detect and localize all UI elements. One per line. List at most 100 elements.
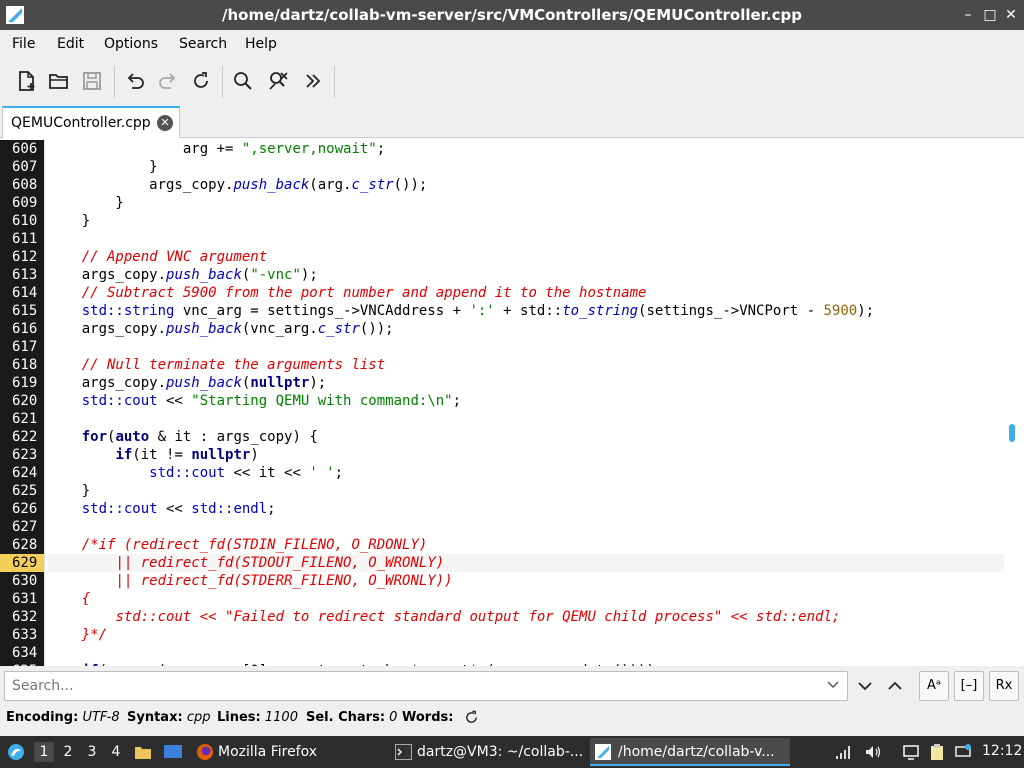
find-next-button[interactable]	[851, 671, 879, 701]
task-editor[interactable]: /home/dartz/collab-v...	[590, 738, 790, 766]
code-line[interactable]: {	[48, 590, 1004, 608]
line-number: 610	[0, 212, 44, 230]
undo-button[interactable]	[122, 68, 148, 94]
toolbar-separator	[222, 66, 223, 98]
replace-button[interactable]	[266, 68, 292, 94]
open-button[interactable]	[46, 68, 72, 94]
task-terminal[interactable]: dartz@VM3: ~/collab-...	[392, 738, 584, 766]
desktop-2[interactable]: 2	[58, 742, 78, 762]
tab-close-icon[interactable]: ✕	[157, 115, 173, 131]
new-document-button[interactable]	[13, 68, 39, 94]
code-line[interactable]: }	[48, 482, 1004, 500]
minimize-button[interactable]: –	[958, 5, 978, 25]
code-line[interactable]: std::cout << std::endl;	[48, 500, 1004, 518]
code-line[interactable]: }	[48, 194, 1004, 212]
screen-icon[interactable]	[954, 743, 972, 761]
encoding-status: Encoding: UTF-8	[6, 710, 120, 725]
whole-word-button[interactable]: [–]	[954, 671, 984, 701]
code-token: }	[48, 213, 91, 229]
scrollbar-thumb[interactable]	[1009, 424, 1015, 442]
code-area[interactable]: arg += ",server,nowait"; } args_copy.pus…	[48, 138, 1004, 666]
code-line[interactable]: std::cout << "Starting QEMU with command…	[48, 392, 1004, 410]
code-line[interactable]: std::cout << it << ' ';	[48, 464, 1004, 482]
menu-edit[interactable]: Edit	[57, 36, 84, 52]
code-token: ':'	[469, 303, 495, 319]
network-icon[interactable]	[834, 743, 852, 761]
code-line[interactable]	[48, 644, 1004, 662]
line-number: 619	[0, 374, 44, 392]
code-line[interactable]: // Null terminate the arguments list	[48, 356, 1004, 374]
line-number: 609	[0, 194, 44, 212]
code-line[interactable]: for(auto & it : args_copy) {	[48, 428, 1004, 446]
menu-search[interactable]: Search	[179, 36, 227, 52]
code-line[interactable]: || redirect_fd(STDERR_FILENO, O_WRONLY))	[48, 572, 1004, 590]
task-label: Mozilla Firefox	[218, 744, 318, 760]
code-line[interactable]: args_copy.push_back(arg.c_str());	[48, 176, 1004, 194]
code-token: std::cout << "Failed to redirect standar…	[115, 609, 841, 625]
code-token: ;	[267, 501, 276, 517]
code-line[interactable]: // Append VNC argument	[48, 248, 1004, 266]
window-title: /home/dartz/collab-vm-server/src/VMContr…	[221, 6, 802, 24]
desktop-3[interactable]: 3	[82, 742, 102, 762]
clipboard-icon[interactable]	[928, 743, 946, 761]
code-line[interactable]: args_copy.push_back(vnc_arg.c_str());	[48, 320, 1004, 338]
volume-icon[interactable]	[864, 743, 882, 761]
code-token: arg +=	[48, 141, 242, 157]
redo-button[interactable]	[155, 68, 181, 94]
desktop-1[interactable]: 1	[34, 742, 54, 762]
code-token: // Null terminate the arguments list	[81, 357, 386, 373]
code-line[interactable]: arg += ",server,nowait";	[48, 140, 1004, 158]
menu-help[interactable]: Help	[245, 36, 277, 52]
code-editor[interactable]: 606 607 608 609 610 611 612 613 614 615 616 617 618 6…	[0, 138, 1024, 666]
maximize-button[interactable]: □	[980, 5, 1000, 25]
code-line[interactable]: || redirect_fd(STDOUT_FILENO, O_WRONLY)	[48, 554, 1004, 572]
code-line[interactable]	[48, 410, 1004, 428]
code-line[interactable]	[48, 338, 1004, 356]
refresh-word-count-icon[interactable]	[464, 710, 479, 725]
menu-file[interactable]: File	[12, 36, 35, 52]
terminal-icon	[395, 744, 412, 760]
code-line[interactable]: args_copy.push_back("-vnc");	[48, 266, 1004, 284]
code-line[interactable]: }*/	[48, 626, 1004, 644]
code-line[interactable]	[48, 518, 1004, 536]
new-document-icon	[19, 71, 35, 91]
lxqt-start-menu-icon[interactable]	[6, 742, 26, 762]
close-button[interactable]: ✕	[1001, 5, 1021, 25]
code-line[interactable]: std::string vnc_arg = settings_->VNCAddr…	[48, 302, 1004, 320]
code-line[interactable]: // Subtract 5900 from the port number an…	[48, 284, 1004, 302]
code-line[interactable]: }	[48, 212, 1004, 230]
code-line[interactable]: /*if (redirect_fd(STDIN_FILENO, O_RDONLY…	[48, 536, 1004, 554]
tab-qemucontroller[interactable]: QEMUController.cpp ✕	[2, 106, 180, 138]
regex-button[interactable]: Rx	[989, 671, 1019, 701]
display-icon[interactable]	[902, 743, 920, 761]
search-history-dropdown-icon[interactable]	[826, 678, 840, 692]
code-token: ());	[393, 177, 428, 193]
file-manager-icon[interactable]	[134, 743, 152, 761]
find-previous-button[interactable]	[881, 671, 909, 701]
code-line[interactable]: args_copy.push_back(nullptr);	[48, 374, 1004, 392]
code-token: auto	[115, 429, 150, 445]
code-line[interactable]: std::cout << "Failed to redirect standar…	[48, 608, 1004, 626]
save-button[interactable]	[79, 68, 105, 94]
code-token: c_str	[351, 177, 394, 193]
code-line[interactable]	[48, 230, 1004, 248]
find-button[interactable]	[230, 68, 256, 94]
line-number-gutter: 606 607 608 609 610 611 612 613 614 615 616 617 618 6…	[0, 138, 44, 666]
match-case-button[interactable]: Aᵃ	[919, 671, 949, 701]
more-button[interactable]	[300, 68, 326, 94]
code-line[interactable]: }	[48, 158, 1004, 176]
desktop-4[interactable]: 4	[106, 742, 126, 762]
vertical-scrollbar[interactable]	[1006, 138, 1024, 666]
search-input[interactable]	[4, 671, 848, 701]
code-token: & it : args_copy) {	[149, 429, 318, 445]
task-firefox[interactable]: Mozilla Firefox	[194, 738, 386, 766]
reload-button[interactable]	[188, 68, 214, 94]
code-line[interactable]: if(it != nullptr)	[48, 446, 1004, 464]
show-desktop-icon[interactable]	[163, 743, 183, 761]
menu-options[interactable]: Options	[104, 36, 158, 52]
code-token: nullptr	[191, 447, 251, 463]
